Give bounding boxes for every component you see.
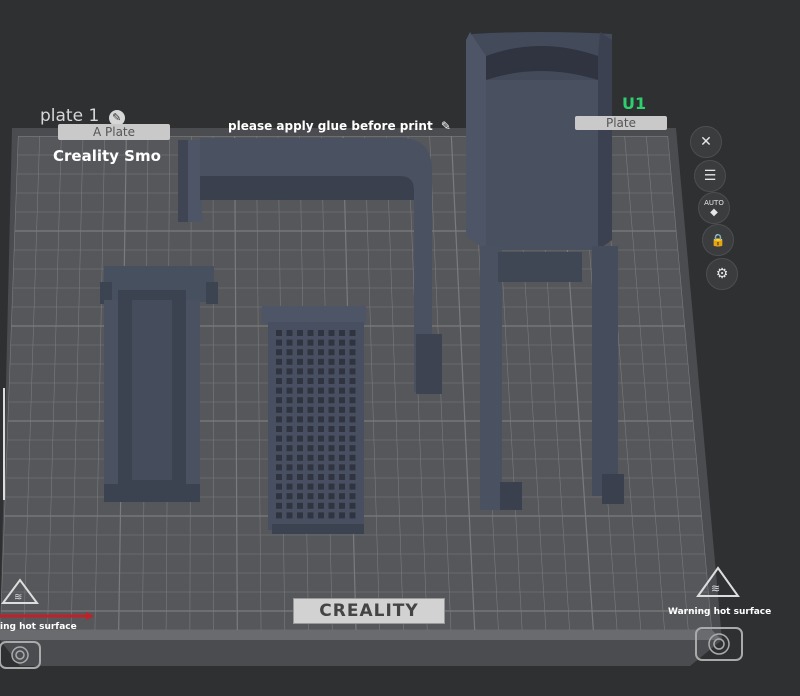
auto-label: AUTO	[704, 198, 724, 207]
warning-text-left: ing hot surface	[0, 622, 77, 632]
orient-icon: ◆	[710, 206, 718, 218]
list-icon: ☰	[703, 168, 717, 184]
arrange-button[interactable]: ☰	[694, 160, 726, 192]
lock-plate-button[interactable]: 🔒	[702, 224, 734, 256]
warning-text-right: Warning hot surface	[668, 607, 772, 617]
brand-logo: CREALITY	[293, 598, 445, 624]
close-icon: ✕	[700, 134, 712, 150]
plate-label[interactable]: A Plate	[58, 124, 170, 140]
svg-text:≋: ≋	[711, 582, 720, 595]
lock-icon: 🔒	[710, 233, 726, 247]
glue-note[interactable]: please apply glue before print ✎	[228, 119, 451, 133]
plate-settings-button[interactable]: ⚙	[706, 258, 738, 290]
printer-name: Creality Smo	[53, 147, 161, 165]
viewport-3d[interactable]: ≋ ≋	[0, 0, 800, 696]
gear-icon: ⚙	[715, 266, 729, 282]
plate-title[interactable]: plate 1 ✎	[40, 106, 125, 126]
corner-tag: U1	[622, 94, 647, 113]
model-grid-panel[interactable]	[262, 306, 366, 534]
auto-orient-button[interactable]: AUTO ◆	[698, 192, 730, 224]
bed-edge	[0, 630, 722, 640]
plate-title-text: plate 1	[40, 106, 100, 126]
svg-text:≋: ≋	[14, 592, 22, 603]
close-plate-button[interactable]: ✕	[690, 126, 722, 158]
plate-label-secondary[interactable]: Plate	[575, 116, 667, 130]
edit-icon[interactable]: ✎	[441, 119, 451, 133]
glue-note-text: please apply glue before print	[228, 119, 433, 133]
